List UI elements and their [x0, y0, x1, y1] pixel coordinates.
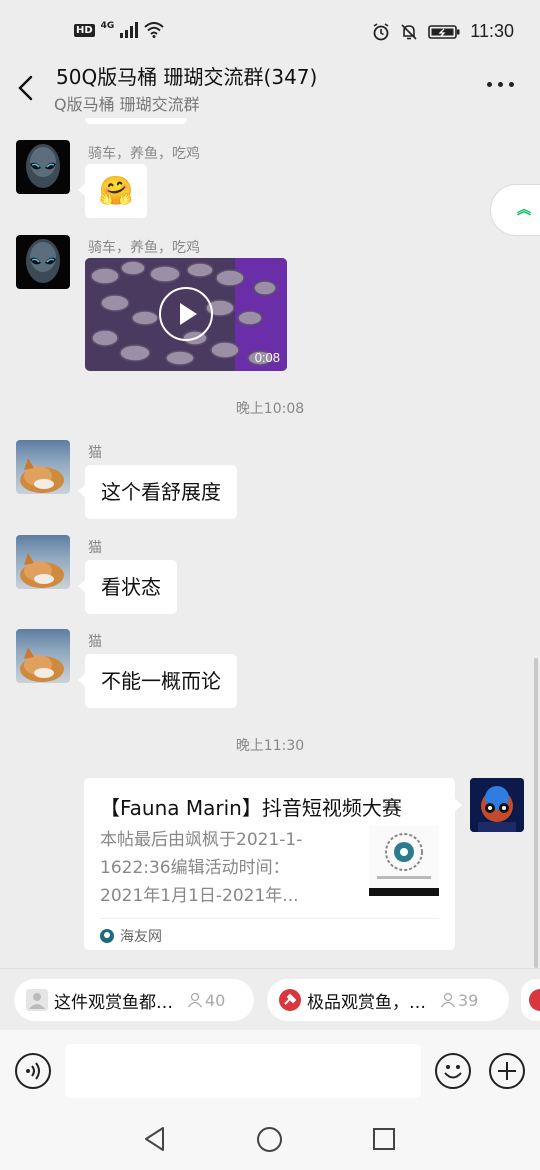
sender-avatar[interactable]: [16, 140, 70, 194]
signal-icon: [120, 22, 139, 38]
people-icon: [440, 992, 456, 1008]
video-message[interactable]: 0:08: [85, 258, 287, 371]
text-message-bubble[interactable]: 看状态: [78, 560, 177, 614]
double-chevron-up-icon: ︽: [517, 202, 531, 218]
suggestion-chip[interactable]: [521, 979, 540, 1021]
alarm-icon: [373, 22, 389, 40]
suggestion-label: 极品观赏鱼，…: [307, 992, 426, 1013]
more-options-button[interactable]: [487, 82, 514, 87]
suggestion-bar: 这件观赏鱼都… 40 极品观赏鱼，… 39: [0, 968, 540, 1030]
link-card-source: 海友网: [100, 926, 162, 946]
hammer-icon: [279, 989, 301, 1011]
text-message-bubble[interactable]: 这个看舒展度: [78, 465, 237, 519]
nav-home-circle-icon[interactable]: [257, 1127, 282, 1152]
more-actions-button[interactable]: [489, 1053, 525, 1089]
chat-title: 50Q版马桶 珊瑚交流群(347): [56, 65, 318, 89]
sender-avatar[interactable]: [16, 235, 70, 289]
timestamp-separator: 晚上11:30: [235, 738, 305, 754]
sender-avatar[interactable]: [16, 535, 70, 589]
scroll-to-unread-button[interactable]: ︽: [490, 184, 540, 236]
people-icon: [187, 992, 203, 1008]
previous-message-bubble: [85, 118, 187, 124]
sender-name: 猫: [88, 540, 102, 556]
chat-subtitle: Q版马桶 珊瑚交流群: [54, 95, 200, 114]
voice-input-button[interactable]: [15, 1053, 51, 1089]
clock: 11:30: [470, 21, 514, 41]
suggestion-count: 40: [187, 991, 225, 1010]
message-input[interactable]: [65, 1044, 421, 1098]
emoji-button[interactable]: [435, 1053, 471, 1089]
hd-badge: HD: [74, 23, 95, 37]
nav-back-triangle-icon[interactable]: [143, 1126, 167, 1152]
dot-icon: [487, 82, 492, 87]
text-message-bubble[interactable]: 不能一概而论: [78, 654, 237, 708]
link-card-description: 本帖最后由飒枫于2021-1-1622:36编辑活动时间：2021年1月1日-2…: [100, 830, 303, 906]
sender-avatar[interactable]: [16, 440, 70, 494]
link-card-message[interactable]: 【Fauna Marin】抖音短视频大赛 本帖最后由飒枫于2021-1-1622…: [84, 778, 462, 950]
person-icon: [26, 989, 48, 1011]
video-duration: 0:08: [254, 350, 280, 365]
plus-icon: [498, 1062, 516, 1080]
nav-recents-square-icon[interactable]: [373, 1128, 395, 1150]
hugging-face-emoji: 🤗: [98, 174, 134, 207]
back-arrow-icon[interactable]: [14, 74, 38, 102]
mute-bell-icon: [401, 23, 417, 40]
sender-name: 骑车，养鱼，吃鸡: [88, 240, 200, 256]
dot-icon: [509, 82, 514, 87]
suggestion-chip[interactable]: 极品观赏鱼，… 39: [267, 979, 509, 1021]
voice-icon: [26, 1062, 40, 1080]
hammer-icon: [529, 989, 540, 1011]
scrollbar[interactable]: [534, 658, 538, 968]
sender-name: 猫: [88, 445, 102, 461]
play-icon[interactable]: [159, 287, 213, 341]
timestamp-separator: 晚上10:08: [235, 401, 305, 417]
input-bar: [0, 1030, 540, 1110]
my-avatar[interactable]: [470, 778, 524, 832]
network-type: 4G: [100, 21, 115, 31]
sender-name: 骑车，养鱼，吃鸡: [88, 146, 200, 162]
suggestion-chip[interactable]: 这件观赏鱼都… 40: [14, 979, 254, 1021]
divider: [100, 918, 439, 919]
smiley-icon: [444, 1065, 462, 1079]
wifi-icon: [144, 22, 164, 38]
chat-header: 50Q版马桶 珊瑚交流群(347) Q版马桶 珊瑚交流群: [0, 58, 540, 118]
status-bar: HD 4G 11:30: [0, 0, 540, 62]
suggestion-label: 这件观赏鱼都…: [54, 992, 173, 1013]
battery-icon: [428, 24, 460, 39]
system-navigation-bar: [0, 1110, 540, 1170]
dot-icon: [498, 82, 503, 87]
source-name: 海友网: [120, 929, 162, 945]
source-logo-icon: [100, 929, 114, 943]
message-list[interactable]: 骑车，养鱼，吃鸡 🤗 ︽ 骑车，养鱼，吃鸡 0:08 晚上10:08 猫 这个看…: [0, 118, 540, 968]
sender-avatar[interactable]: [16, 629, 70, 683]
emoji-message-bubble[interactable]: 🤗: [78, 164, 147, 218]
link-card-thumbnail: [369, 826, 439, 896]
suggestion-count: 39: [440, 991, 478, 1010]
sender-name: 猫: [88, 634, 102, 650]
link-card-title: 【Fauna Marin】抖音短视频大赛: [100, 796, 402, 820]
